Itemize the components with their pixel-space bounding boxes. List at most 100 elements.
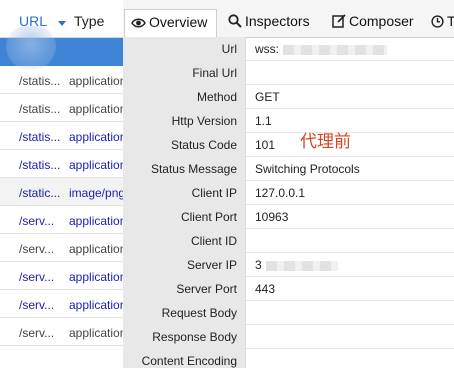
session-type: application [69,298,123,312]
property-value-text: 3 [255,258,262,272]
property-value-text: GET [255,90,280,104]
blurred-redaction [6,26,56,70]
property-row: Client ID [123,229,454,253]
redacted-value [283,44,387,55]
property-value-text: 443 [255,282,276,296]
redacted-value [265,260,338,271]
property-value[interactable]: wss: [255,37,387,61]
property-key: Method [123,85,246,109]
property-row: Status Message Switching Protocols [123,157,454,181]
session-url: /serv... [19,270,55,284]
sort-descending-icon[interactable] [58,21,66,26]
edit-icon [332,14,346,31]
session-url: /serv... [19,214,55,228]
tab-label: Composer [349,13,414,29]
property-row: Method GET [123,85,454,109]
property-value[interactable]: Switching Protocols [255,157,360,181]
property-key: Server IP [123,253,246,277]
search-icon [228,14,242,31]
session-type: application [69,242,123,256]
property-value[interactable]: 127.0.0.1 [255,181,305,205]
session-row[interactable]: /serv... application [0,262,123,290]
property-row: Http Version 1.1 [123,109,454,133]
properties-grid: Url wss: Final Url Method GET Http Version 1.1… [123,37,454,368]
session-url: /serv... [19,326,55,340]
property-value-text: wss: [255,42,279,56]
session-url: /statis... [19,158,61,172]
property-value-text: 127.0.0.1 [255,186,306,200]
property-key: Server Port [123,277,246,301]
session-url: /serv... [19,298,55,312]
property-value-text: 101 [255,138,276,152]
session-row[interactable]: /serv... application [0,206,123,234]
property-value[interactable]: 3 [255,253,338,277]
session-row[interactable]: /statis... application [0,94,123,122]
property-row: Server Port 443 [123,277,454,301]
session-type: application [69,326,123,340]
property-key: Client ID [123,229,246,253]
tab-overview[interactable]: Overview [124,9,217,39]
session-type: application [69,158,123,172]
tab-inspectors[interactable]: Inspectors [222,9,319,37]
session-type: image/png [69,186,123,200]
session-type: application [69,102,123,116]
property-value[interactable]: 443 [255,277,275,301]
property-key: Client IP [123,181,246,205]
session-url: /statis... [19,130,61,144]
session-row[interactable]: /serv... application [0,234,123,262]
session-rows: /statis... application/statis... applicati… [0,38,123,346]
session-type: application [69,130,123,144]
property-row: Client Port 10963 [123,205,454,229]
clock-icon [431,15,444,31]
property-key: Response Body [123,325,246,349]
property-value-text: 1.1 [255,114,272,128]
session-url: /serv... [19,242,55,256]
property-row: Url wss: [123,37,454,61]
property-value[interactable]: 101 [255,133,275,157]
column-header-type[interactable]: Type [74,13,104,29]
session-type: application [69,74,123,88]
session-row[interactable]: /serv... application [0,290,123,318]
property-row: Client IP 127.0.0.1 [123,181,454,205]
property-row: Request Body [123,301,454,325]
session-row[interactable]: /statis... application [0,122,123,150]
property-key: Status Code [123,133,246,157]
tab-timeline[interactable]: T [425,9,454,37]
tab-composer[interactable]: Composer [326,9,418,37]
session-row[interactable]: /statis... application [0,150,123,178]
tab-label: Overview [149,14,208,30]
property-row: Response Body [123,325,454,349]
property-key: Status Message [123,157,246,181]
property-value[interactable]: GET [255,85,280,109]
session-type: application [69,214,123,228]
session-list: URL Type /statis... application/statis...… [0,0,123,368]
property-key: Url [123,37,246,61]
property-value-text: 10963 [255,210,289,224]
property-key: Final Url [123,61,246,85]
property-key: Request Body [123,301,246,325]
session-url: /static... [19,186,61,200]
tab-bar: Overview Inspectors Composer T [123,0,454,39]
session-row[interactable]: /static... image/png [0,178,123,206]
property-key: Client Port [123,205,246,229]
session-row[interactable]: /serv... application [0,318,123,346]
session-url: /statis... [19,102,61,116]
tab-label: T [447,13,454,29]
annotation-text: 代理前 [300,132,351,152]
session-type: application [69,270,123,284]
property-key: Http Version [123,109,246,133]
eye-icon [131,16,146,32]
property-value[interactable]: 1.1 [255,109,272,133]
detail-panel: Overview Inspectors Composer T Url wss: Fi… [123,0,454,368]
tab-label: Inspectors [245,13,310,29]
property-value-text: Switching Protocols [255,162,360,176]
property-row: Final Url [123,61,454,85]
session-row[interactable]: /statis... application [0,66,123,94]
property-row: Content Encoding [123,349,454,368]
property-row: Server IP 3 [123,253,454,277]
property-value[interactable]: 10963 [255,205,288,229]
property-row: Status Code 101 [123,133,454,157]
property-key: Content Encoding [123,349,246,368]
app-window: URL Type /statis... application/statis...… [0,0,454,368]
session-url: /statis... [19,74,61,88]
